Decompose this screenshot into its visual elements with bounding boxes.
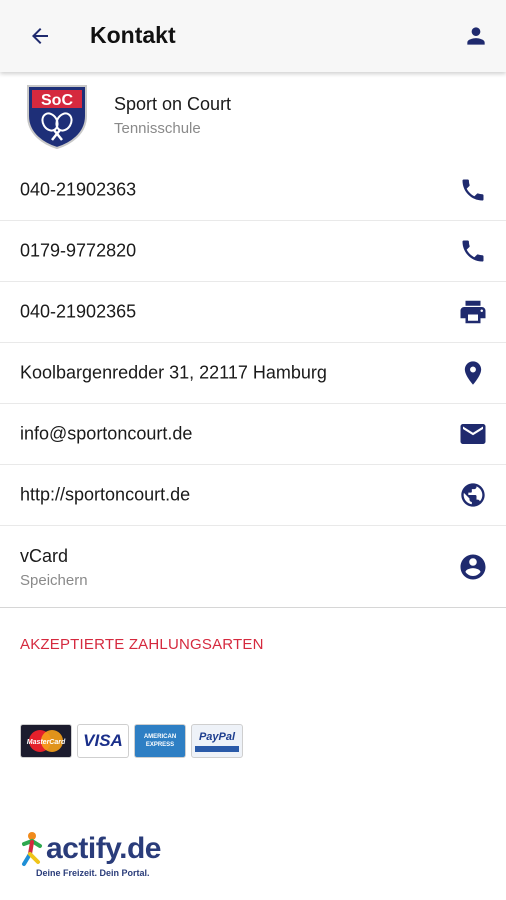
payment-methods-heading: AKZEPTIERTE ZAHLUNGSARTEN	[20, 636, 264, 653]
vcard-subtitle: Speichern	[20, 572, 88, 589]
soc-logo: SoC	[24, 82, 90, 150]
account-circle-icon[interactable]	[458, 552, 488, 582]
organization-subtitle: Tennisschule	[114, 120, 201, 137]
contact-row-website[interactable]: http://sportoncourt.de	[0, 465, 506, 526]
visa-logo: VISA	[77, 724, 129, 758]
mastercard-logo: MasterCard	[20, 724, 72, 758]
contact-text: info@sportoncourt.de	[20, 423, 193, 444]
contact-row-address[interactable]: Koolbargenredder 31, 22117 Hamburg	[0, 343, 506, 404]
app-bar: Kontakt	[0, 0, 506, 72]
actify-logo[interactable]: actify.de Deine Freizeit. Dein Portal.	[18, 830, 168, 884]
globe-icon[interactable]	[458, 480, 488, 510]
organization-name: Sport on Court	[114, 94, 232, 114]
organization-header: SoC Sport on Court Tennisschule	[0, 76, 506, 158]
user-icon[interactable]	[460, 20, 492, 52]
phone-icon[interactable]	[458, 236, 488, 266]
contact-list: 040-21902363 0179-9772820 040-21902365 K…	[0, 160, 506, 608]
location-pin-icon[interactable]	[458, 358, 488, 388]
vcard-row[interactable]: vCard Speichern	[0, 526, 506, 608]
actify-brand: actify.de	[46, 832, 162, 865]
actify-tagline: Deine Freizeit. Dein Portal.	[36, 868, 150, 878]
contact-row-fax[interactable]: 040-21902365	[0, 282, 506, 343]
svg-text:SoC: SoC	[41, 92, 73, 109]
paypal-logo: PayPal	[191, 724, 243, 758]
page-title: Kontakt	[90, 22, 176, 48]
contact-text: Koolbargenredder 31, 22117 Hamburg	[20, 362, 327, 383]
svg-text:MasterCard: MasterCard	[27, 739, 66, 746]
payment-methods: MasterCard VISA AMERICAN EXPRESS PayPal	[20, 724, 243, 758]
mail-icon[interactable]	[458, 419, 488, 449]
contact-text: 040-21902365	[20, 301, 137, 322]
contact-row-phone-1[interactable]: 040-21902363	[0, 160, 506, 221]
contact-text: 040-21902363	[20, 179, 137, 200]
back-arrow-icon[interactable]	[22, 20, 58, 52]
phone-icon[interactable]	[458, 175, 488, 205]
contact-row-email[interactable]: info@sportoncourt.de	[0, 404, 506, 465]
vcard-title: vCard	[20, 546, 69, 566]
contact-text: 0179-9772820	[20, 240, 137, 261]
amex-logo: AMERICAN EXPRESS	[134, 724, 186, 758]
printer-icon[interactable]	[458, 297, 488, 327]
contact-text: http://sportoncourt.de	[20, 484, 191, 505]
contact-row-phone-2[interactable]: 0179-9772820	[0, 221, 506, 282]
